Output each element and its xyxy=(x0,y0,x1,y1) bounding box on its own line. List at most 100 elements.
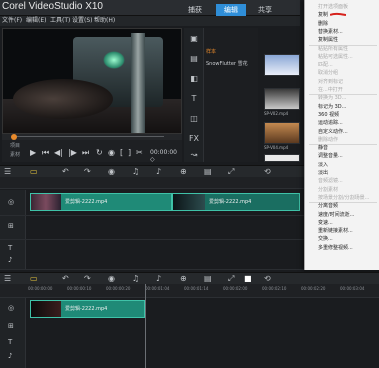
thumb-1[interactable] xyxy=(264,54,300,76)
mode-clip-label[interactable]: 素材 xyxy=(10,151,20,158)
context-menu-item[interactable]: 交换... xyxy=(318,236,333,242)
menu-edit[interactable]: 编辑(E) xyxy=(26,16,46,26)
scene-light xyxy=(103,51,125,69)
title-track-icon[interactable]: T xyxy=(8,244,12,252)
play-icon[interactable]: ▶ xyxy=(30,148,36,157)
timecode[interactable]: 00:00:00 ◇ xyxy=(150,149,182,163)
next-frame-icon[interactable]: |▶ xyxy=(68,148,77,157)
record-icon[interactable]: ◉ xyxy=(108,167,115,177)
timeline-view-icon-2[interactable]: ▭ xyxy=(30,274,38,284)
timeline-clip-1[interactable]: 爱剪辑-2222.mp4 xyxy=(30,193,172,211)
library-folder-snow[interactable]: SnowFlutter 雪花 xyxy=(206,60,248,67)
context-menu-item: 对齐到标记 xyxy=(318,78,344,85)
context-menu-item[interactable]: 淡出 xyxy=(318,170,328,176)
lower-timeline-clip[interactable]: 爱剪辑-2222.mp4 xyxy=(30,300,145,318)
motion-icon[interactable]: ⊕ xyxy=(180,167,187,177)
context-menu-item[interactable]: 标记为 3D... xyxy=(318,104,346,110)
context-menu-item[interactable]: 重新链接素材... xyxy=(318,228,353,234)
subtitle-icon[interactable]: ▤ xyxy=(204,167,212,177)
volume-icon[interactable]: ◉ xyxy=(108,148,115,157)
prev-frame-icon[interactable]: ◀| xyxy=(54,148,63,157)
timeline-clip-2[interactable]: 爱剪辑-2222.mp4 xyxy=(172,193,300,211)
auto-music-icon[interactable]: ♪ xyxy=(156,167,161,177)
context-menu-item[interactable]: 淡入 xyxy=(318,162,328,168)
cut-icon[interactable]: ✂ xyxy=(136,148,143,157)
motion-icon-2[interactable]: ⊕ xyxy=(180,274,187,284)
redo-icon[interactable]: ↷ xyxy=(84,167,91,177)
mark-in-icon[interactable]: [ xyxy=(120,148,123,157)
thumb-2[interactable] xyxy=(264,88,300,110)
preview-window[interactable] xyxy=(2,28,182,134)
tab-share[interactable]: 共享 xyxy=(252,4,278,16)
context-menu-item[interactable]: 运动追踪... xyxy=(318,120,343,126)
record-icon-2[interactable]: ◉ xyxy=(108,274,115,284)
thumb-3[interactable] xyxy=(264,122,300,144)
overlay-icon-2[interactable]: ⊞ xyxy=(8,322,14,330)
media-icon[interactable]: ▣ xyxy=(188,34,200,44)
undo-icon[interactable]: ↶ xyxy=(62,167,69,177)
context-menu-item[interactable]: 调整音量... xyxy=(318,153,343,159)
lower-clip-thumbnail xyxy=(31,301,61,317)
ruler-label: 00:00:03:04 xyxy=(340,286,365,291)
timeline-view-icon[interactable]: ▭ xyxy=(30,167,38,177)
title-icon[interactable]: T xyxy=(188,94,200,104)
tab-edit[interactable]: 编辑 xyxy=(216,4,246,16)
end-icon[interactable]: ⏭ xyxy=(82,148,89,158)
auto-music-icon-2[interactable]: ♪ xyxy=(156,274,161,284)
redo-icon-2[interactable]: ↷ xyxy=(84,274,91,284)
marker-icon[interactable]: ■ xyxy=(244,274,252,284)
storyboard-icon[interactable]: ☰ xyxy=(4,167,11,177)
scene-figure xyxy=(13,79,113,119)
playhead[interactable] xyxy=(145,284,146,368)
voice-track-icon-2[interactable]: ♪ xyxy=(8,352,12,360)
context-menu-item[interactable]: 替换素材... xyxy=(318,29,343,35)
instant-project-icon[interactable]: ▤ xyxy=(188,54,200,64)
mode-project-label[interactable]: 项目 xyxy=(10,142,20,149)
menu-file[interactable]: 文件(F) xyxy=(2,16,22,26)
video-track-icon-2[interactable]: ◎ xyxy=(8,304,14,312)
transition-icon[interactable]: ◧ xyxy=(188,74,200,84)
multi-cam-icon[interactable]: ⟲ xyxy=(264,167,271,177)
context-menu-item[interactable]: 360 视频 xyxy=(318,112,339,118)
context-menu-item[interactable]: 复制 xyxy=(318,12,328,18)
context-menu-item[interactable]: 多重修整视频... xyxy=(318,245,353,251)
menu-help[interactable]: 帮助(H) xyxy=(94,16,115,26)
context-menu-item[interactable]: 删除 xyxy=(318,21,328,27)
app-title: Corel VideoStudio X10 xyxy=(2,1,103,12)
multi-cam-icon-2[interactable]: ⟲ xyxy=(264,274,271,284)
mark-out-icon[interactable]: ] xyxy=(128,148,131,157)
tab-capture[interactable]: 捕获 xyxy=(182,4,208,16)
timeline-ruler-2[interactable]: 00:00:00:00 00:00:00:10 00:00:00:20 00:00:0… xyxy=(0,284,379,298)
path-icon[interactable]: ↝ xyxy=(188,150,200,160)
title-track: T ♪ xyxy=(0,240,304,270)
context-menu-item[interactable]: 变速... xyxy=(318,220,333,226)
menu-settings[interactable]: 设置(S) xyxy=(72,16,93,26)
context-menu-item: 按场景分割/分割场景... xyxy=(318,194,370,201)
timeline-ruler[interactable] xyxy=(0,177,304,189)
voice-track-icon[interactable]: ♪ xyxy=(8,256,12,264)
context-menu-item[interactable]: 速度/时间流逝... xyxy=(318,212,354,218)
zoom-fit-icon-2[interactable]: ⤢ xyxy=(228,274,234,284)
menu-tools[interactable]: 工具(T) xyxy=(50,16,70,26)
overlay-icon[interactable]: ⊞ xyxy=(8,222,14,230)
thumb-4[interactable] xyxy=(264,154,300,162)
title-bar: Corel VideoStudio X10 捕获 编辑 共享 xyxy=(0,0,300,16)
video-track-icon[interactable]: ◎ xyxy=(8,198,14,206)
mixer-icon[interactable]: ♫ xyxy=(132,167,139,177)
context-menu-item[interactable]: 自定义动作... xyxy=(318,129,348,135)
filter-icon[interactable]: FX xyxy=(188,134,200,144)
storyboard-icon-2[interactable]: ☰ xyxy=(4,274,11,284)
library-folder-samples[interactable]: 样本 xyxy=(206,48,216,55)
subtitle-icon-2[interactable]: ▤ xyxy=(204,274,212,284)
mixer-icon-2[interactable]: ♫ xyxy=(132,274,139,284)
context-menu-item[interactable]: 复制属性 xyxy=(318,37,338,43)
zoom-fit-icon[interactable]: ⤢ xyxy=(228,167,234,177)
context-menu-item: 转换为 3D... xyxy=(318,95,347,102)
repeat-icon[interactable]: ↻ xyxy=(96,148,103,157)
context-menu-item[interactable]: 分离音频 xyxy=(318,203,338,209)
context-menu-item[interactable]: 静音 xyxy=(318,145,328,151)
title-track-icon-2[interactable]: T xyxy=(8,338,12,346)
undo-icon-2[interactable]: ↶ xyxy=(62,274,69,284)
graphic-icon[interactable]: ◫ xyxy=(188,114,200,124)
home-icon[interactable]: ⏮ xyxy=(42,148,49,158)
